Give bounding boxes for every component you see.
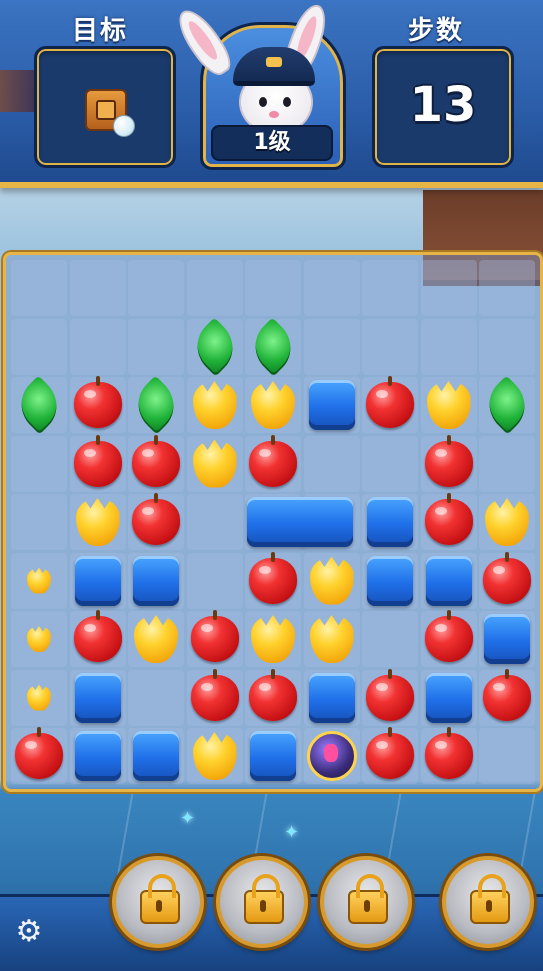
apple-tile[interactable] bbox=[132, 493, 180, 545]
board-cell[interactable] bbox=[303, 260, 360, 316]
board-cell[interactable] bbox=[186, 494, 243, 550]
blue-block-tile[interactable] bbox=[308, 380, 355, 430]
board-cell[interactable] bbox=[362, 260, 418, 316]
blue-block-tile[interactable] bbox=[484, 614, 530, 664]
blue-block-tile[interactable] bbox=[74, 672, 121, 723]
blue-block-tile[interactable] bbox=[74, 731, 121, 781]
board-cell[interactable] bbox=[303, 318, 360, 375]
apple-tile[interactable] bbox=[132, 434, 180, 487]
tulip-tile[interactable] bbox=[192, 439, 237, 488]
board-cell[interactable] bbox=[128, 669, 184, 726]
board-cell[interactable] bbox=[128, 260, 184, 316]
apple-tile[interactable] bbox=[424, 610, 473, 662]
board-cell[interactable] bbox=[362, 435, 418, 492]
blue-block-tile[interactable] bbox=[308, 672, 355, 723]
lock-icon bbox=[244, 874, 284, 924]
locked-booster-4[interactable] bbox=[442, 856, 534, 948]
sparkle-icon: ✦ bbox=[180, 808, 196, 829]
apple-tile[interactable] bbox=[424, 493, 473, 545]
apple-tile[interactable] bbox=[483, 668, 531, 721]
tulip-tile[interactable] bbox=[27, 684, 51, 711]
board-cell[interactable] bbox=[479, 435, 535, 492]
apple-tile[interactable] bbox=[190, 610, 239, 662]
lock-icon bbox=[348, 874, 388, 924]
apple-tile[interactable] bbox=[249, 551, 297, 604]
apple-tile[interactable] bbox=[366, 727, 414, 779]
apple-tile[interactable] bbox=[249, 668, 297, 721]
tulip-tile[interactable] bbox=[75, 498, 120, 546]
moves-label: 步数 bbox=[408, 16, 465, 46]
apple-tile[interactable] bbox=[73, 610, 122, 662]
apple-tile[interactable] bbox=[15, 727, 63, 779]
apple-tile[interactable] bbox=[483, 551, 531, 604]
locked-booster-2[interactable] bbox=[216, 856, 308, 948]
tulip-tile[interactable] bbox=[426, 381, 471, 429]
goal-panel bbox=[34, 46, 176, 168]
settings-gear-icon[interactable]: ⚙ bbox=[12, 915, 46, 949]
blue-block-tile[interactable] bbox=[425, 555, 472, 606]
board-cell[interactable] bbox=[11, 435, 67, 492]
level-badge: 1级 bbox=[211, 125, 333, 161]
apple-tile[interactable] bbox=[424, 727, 473, 779]
top-hud: 目标 1级 步数 13 bbox=[0, 0, 543, 188]
board-cell[interactable] bbox=[362, 611, 418, 667]
board-cell[interactable] bbox=[69, 260, 126, 316]
blue-block-tile[interactable] bbox=[367, 555, 413, 606]
board-cell[interactable] bbox=[245, 260, 301, 316]
tulip-tile[interactable] bbox=[192, 381, 237, 429]
locked-booster-1[interactable] bbox=[112, 856, 204, 948]
apple-tile[interactable] bbox=[73, 376, 122, 428]
tulip-tile[interactable] bbox=[192, 732, 237, 780]
avatar[interactable]: 1级 bbox=[170, 0, 346, 170]
board-cell[interactable] bbox=[11, 260, 67, 316]
board-cell[interactable] bbox=[362, 318, 418, 375]
apple-tile[interactable] bbox=[249, 434, 297, 487]
goal-label: 目标 bbox=[72, 16, 129, 46]
locked-booster-3[interactable] bbox=[320, 856, 412, 948]
apple-tile[interactable] bbox=[424, 434, 473, 487]
apple-tile[interactable] bbox=[73, 434, 122, 487]
board-cell[interactable] bbox=[186, 260, 243, 316]
board-cell[interactable] bbox=[479, 728, 535, 784]
board-cell[interactable] bbox=[420, 318, 477, 375]
sparkle-icon: ✦ bbox=[284, 822, 300, 843]
tulip-tile[interactable] bbox=[309, 556, 354, 605]
blue-block-tile[interactable] bbox=[133, 555, 179, 606]
board-cell[interactable] bbox=[69, 318, 126, 375]
lock-icon bbox=[140, 874, 180, 924]
board-cell[interactable] bbox=[479, 260, 535, 316]
game-board[interactable] bbox=[3, 252, 543, 792]
bunny-ear-icon bbox=[170, 3, 238, 81]
crate-icon bbox=[85, 89, 135, 137]
tulip-tile[interactable] bbox=[27, 567, 51, 594]
board-cell[interactable] bbox=[11, 318, 67, 375]
blue-block-tile[interactable] bbox=[133, 731, 179, 781]
apple-tile[interactable] bbox=[366, 376, 414, 428]
apple-tile[interactable] bbox=[190, 668, 239, 721]
blue-block-tile[interactable] bbox=[74, 555, 121, 606]
blue-block-tile[interactable] bbox=[367, 497, 413, 547]
board-cell[interactable] bbox=[128, 318, 184, 375]
board-cell[interactable] bbox=[420, 260, 477, 316]
lock-icon bbox=[470, 874, 510, 924]
board-cell[interactable] bbox=[303, 435, 360, 492]
blue-block-tile[interactable] bbox=[250, 731, 296, 781]
bubble-icon bbox=[113, 115, 135, 137]
moves-panel: 13 bbox=[372, 46, 514, 168]
board-cell[interactable] bbox=[186, 552, 243, 609]
moves-counter: 13 bbox=[409, 77, 477, 133]
board-cell[interactable] bbox=[479, 318, 535, 375]
blue-block-tile[interactable] bbox=[247, 497, 353, 547]
blue-block-tile[interactable] bbox=[425, 672, 472, 723]
apple-tile[interactable] bbox=[366, 668, 414, 721]
bomb-booster-tile[interactable] bbox=[306, 731, 357, 781]
tulip-tile[interactable] bbox=[309, 615, 354, 663]
board-cell[interactable] bbox=[11, 494, 67, 550]
